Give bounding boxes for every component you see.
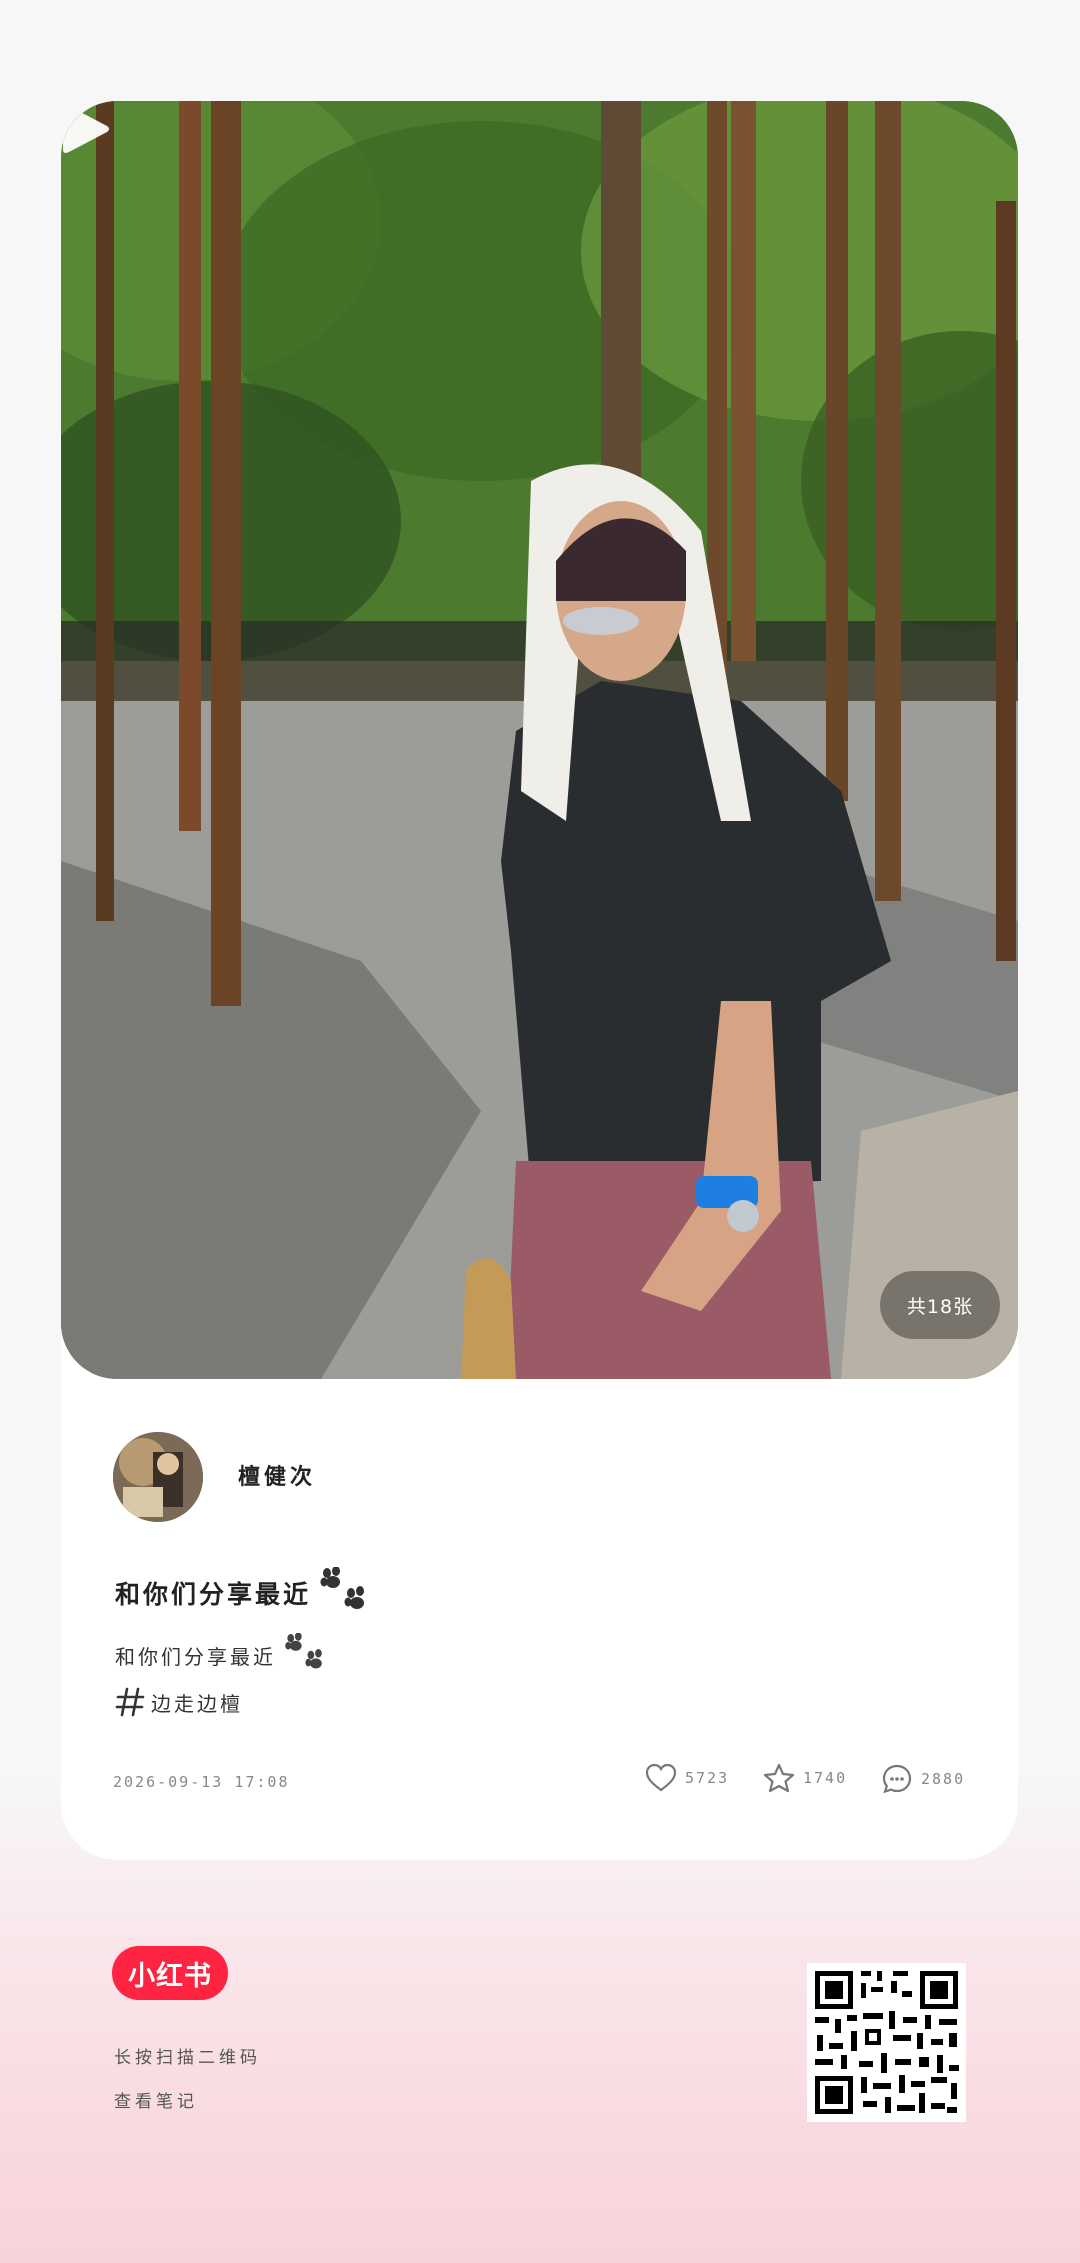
paw-icon <box>285 1633 322 1669</box>
avatar-image <box>113 1432 203 1522</box>
scan-hint: 长按扫描二维码 <box>114 2048 261 2068</box>
topic-tag-text: 边走边檀 <box>151 1691 243 1716</box>
collect-count: 1740 <box>803 1769 848 1787</box>
note-card: 共18张 檀健次 和你们分享最近 和你们分享最近 边走边檀 2026-09-13… <box>61 101 1018 1860</box>
note-description: 和你们分享最近 <box>115 1633 326 1677</box>
note-title-text: 和你们分享最近 <box>115 1580 312 1609</box>
photo-scene <box>61 101 1018 1379</box>
note-photo[interactable]: 共18张 <box>61 101 1018 1379</box>
avatar[interactable] <box>113 1432 203 1522</box>
note-description-text: 和你们分享最近 <box>115 1644 276 1669</box>
heart-icon <box>645 1763 677 1792</box>
star-icon <box>763 1763 795 1793</box>
comment-icon <box>882 1764 912 1794</box>
comment-stat[interactable]: 2880 <box>881 1763 965 1795</box>
xiaohongshu-logo: 小红书 <box>112 1946 228 2000</box>
qr-code-image <box>807 1963 966 2122</box>
paw-icon <box>320 1567 365 1609</box>
hashtag-icon <box>115 1687 145 1717</box>
like-stat[interactable]: 5723 <box>645 1763 729 1793</box>
view-note-hint: 查看笔记 <box>114 2092 198 2112</box>
post-date: 2026-09-13 17:08 <box>113 1773 290 1791</box>
qr-code[interactable] <box>807 1963 966 2122</box>
play-icon[interactable] <box>61 101 111 157</box>
author-name[interactable]: 檀健次 <box>238 1459 316 1491</box>
note-title: 和你们分享最近 <box>115 1567 369 1619</box>
topic-tag[interactable]: 边走边檀 <box>115 1686 243 1718</box>
comment-count: 2880 <box>921 1770 966 1788</box>
image-count-badge: 共18张 <box>880 1271 1000 1339</box>
like-count: 5723 <box>685 1769 730 1787</box>
collect-stat[interactable]: 1740 <box>763 1763 847 1793</box>
